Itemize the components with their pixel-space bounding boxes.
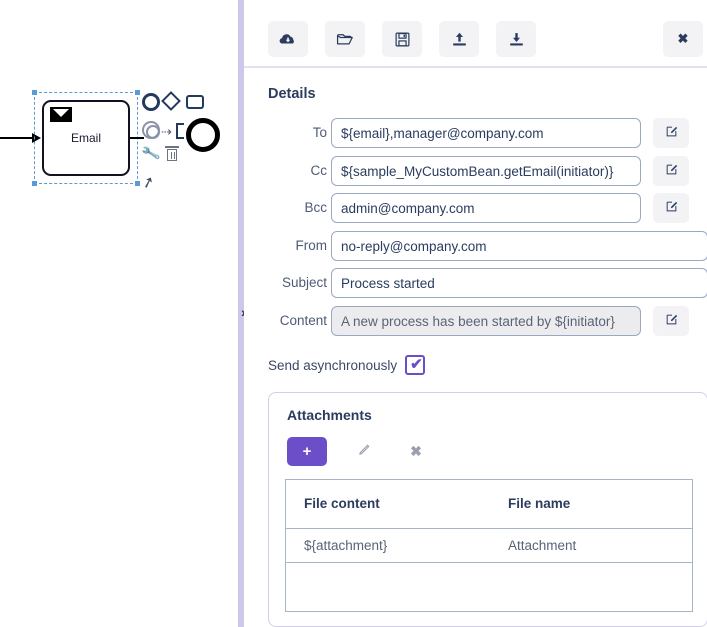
content-input[interactable] bbox=[331, 306, 641, 336]
table-header-row: File content File name bbox=[286, 480, 692, 529]
cc-edit-button[interactable] bbox=[653, 156, 689, 186]
field-row-subject: Subject bbox=[244, 268, 327, 298]
intermediate-event-icon[interactable] bbox=[142, 121, 160, 139]
open-button[interactable] bbox=[325, 21, 365, 57]
check-icon: ✔ bbox=[410, 356, 423, 373]
field-row-bcc: Bcc bbox=[244, 193, 327, 223]
send-async-checkbox[interactable]: ✔ bbox=[405, 355, 426, 375]
edit-pencil-icon bbox=[665, 163, 678, 179]
label-content: Content bbox=[279, 313, 327, 328]
deploy-button[interactable] bbox=[268, 21, 308, 57]
close-x-icon: ✖ bbox=[410, 443, 422, 459]
bcc-edit-button[interactable] bbox=[653, 193, 689, 223]
to-edit-button[interactable] bbox=[653, 118, 689, 148]
cc-input[interactable] bbox=[331, 156, 641, 186]
column-header-file-content: File content bbox=[304, 496, 380, 511]
content-edit-button[interactable] bbox=[653, 306, 689, 336]
label-cc: Cc bbox=[310, 163, 328, 178]
send-async-row: Send asynchronously ✔ bbox=[268, 353, 426, 377]
edit-pencil-icon bbox=[665, 313, 678, 329]
subject-input[interactable] bbox=[331, 268, 707, 298]
trash-icon[interactable] bbox=[165, 146, 179, 162]
properties-panel: ✖ Details To Cc bbox=[244, 0, 707, 627]
close-x-icon: ✖ bbox=[677, 31, 689, 46]
gateway-icon[interactable] bbox=[161, 91, 181, 111]
upload-button[interactable] bbox=[439, 21, 479, 57]
cell-file-content: ${attachment} bbox=[304, 538, 388, 553]
pencil-icon bbox=[357, 443, 371, 460]
add-attachment-button[interactable]: + bbox=[287, 437, 327, 466]
column-header-file-name: File name bbox=[508, 496, 571, 511]
connect-icon[interactable]: ➚ bbox=[139, 169, 164, 194]
hover-circle-icon bbox=[186, 118, 220, 152]
from-input[interactable] bbox=[331, 231, 707, 261]
details-heading: Details bbox=[268, 86, 316, 102]
to-input[interactable] bbox=[331, 118, 641, 148]
floppy-save-icon bbox=[394, 31, 411, 48]
attachments-heading: Attachments bbox=[287, 407, 372, 423]
cell-file-name: Attachment bbox=[508, 538, 577, 553]
download-button[interactable] bbox=[496, 21, 536, 57]
field-row-cc: Cc bbox=[244, 156, 328, 186]
edit-attachment-button[interactable] bbox=[349, 437, 379, 466]
open-folder-icon bbox=[336, 30, 355, 49]
label-to: To bbox=[312, 125, 327, 140]
download-icon bbox=[508, 31, 525, 48]
editor-toolbar: ✖ bbox=[244, 0, 707, 68]
label-bcc: Bcc bbox=[304, 200, 327, 215]
email-task-shape[interactable]: Email bbox=[42, 100, 130, 176]
edit-pencil-icon bbox=[665, 125, 678, 141]
bcc-input[interactable] bbox=[331, 193, 641, 223]
send-async-label: Send asynchronously bbox=[268, 357, 398, 373]
end-event-icon[interactable] bbox=[142, 93, 160, 111]
envelope-icon bbox=[50, 107, 72, 122]
close-button[interactable]: ✖ bbox=[663, 21, 703, 57]
attachments-table: File content File name ${attachment} Att… bbox=[285, 479, 693, 612]
data-object-icon[interactable] bbox=[176, 123, 184, 139]
email-task-editor: Email ⇢ 🔧 ➚ › bbox=[0, 0, 707, 627]
outgoing-flow-stub bbox=[130, 137, 144, 139]
save-button[interactable] bbox=[382, 21, 422, 57]
cloud-upload-icon bbox=[279, 30, 297, 48]
delete-attachment-button[interactable]: ✖ bbox=[401, 437, 431, 466]
upload-icon bbox=[451, 31, 468, 48]
field-row-to: To bbox=[244, 118, 327, 148]
table-row[interactable]: ${attachment} Attachment bbox=[286, 529, 692, 563]
field-row-content: Content bbox=[244, 306, 327, 336]
label-subject: Subject bbox=[281, 275, 327, 290]
task-label: Email bbox=[70, 131, 101, 145]
edit-pencil-icon bbox=[665, 200, 678, 216]
label-from: From bbox=[295, 238, 328, 253]
attachments-section: Attachments + ✖ File content File name $… bbox=[268, 392, 707, 627]
bpmn-canvas[interactable]: Email ⇢ 🔧 ➚ bbox=[0, 0, 238, 627]
association-icon[interactable]: ⇢ bbox=[161, 125, 177, 138]
task-icon[interactable] bbox=[186, 95, 204, 109]
wrench-icon[interactable]: 🔧 bbox=[140, 142, 162, 164]
field-row-from: From bbox=[244, 231, 328, 261]
